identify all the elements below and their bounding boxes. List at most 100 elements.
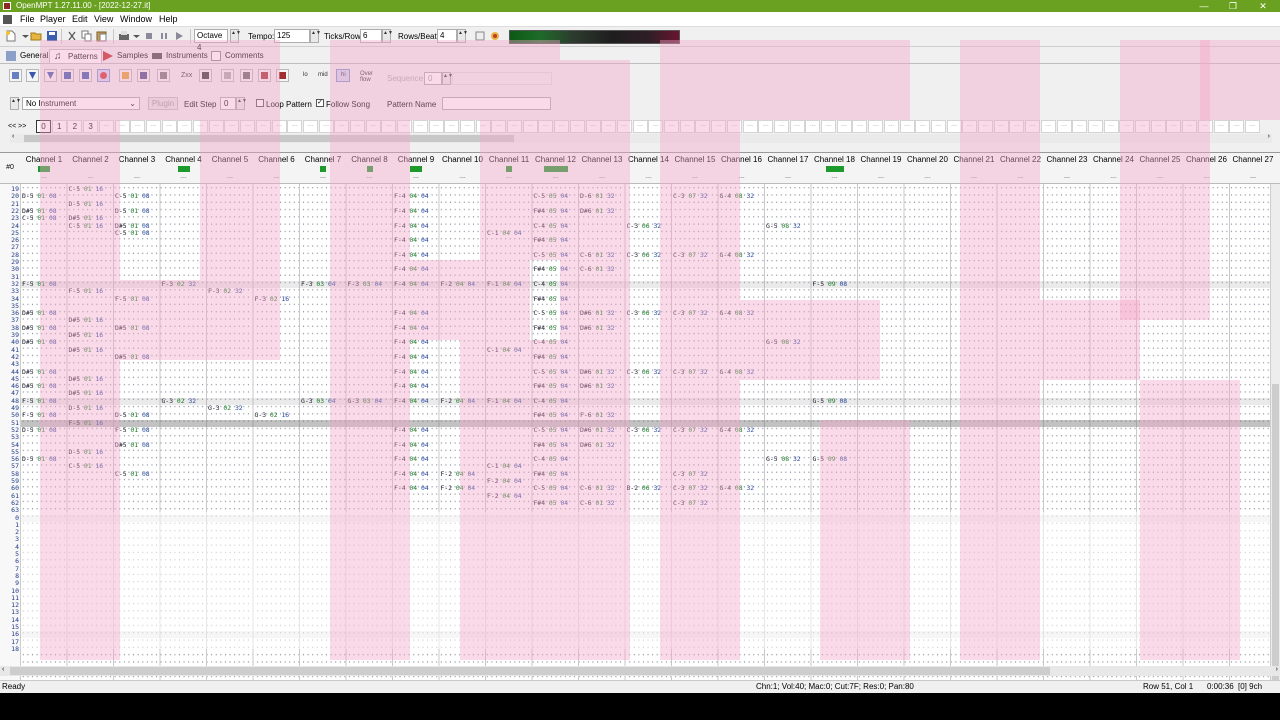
tempo-spinner[interactable]: ▲▼ xyxy=(310,29,321,43)
pattern-note[interactable]: C-3 07 32 xyxy=(673,499,708,507)
pattern-note[interactable]: F-2 04 04 xyxy=(487,478,522,485)
pattern-note[interactable]: F-4 04 04 xyxy=(394,222,429,230)
pattern-note[interactable]: F-4 04 04 xyxy=(394,237,429,244)
pattern-note[interactable]: F-5 01 08 xyxy=(22,412,57,419)
pattern-note[interactable]: C-5 01 08 xyxy=(22,215,57,222)
channel-plugin-slot[interactable]: --- xyxy=(347,175,393,181)
octave-field[interactable]: Octave 4 xyxy=(194,29,228,52)
order-empty-slot[interactable]: --- xyxy=(601,120,617,133)
follow-song-label[interactable]: Follow Song xyxy=(326,100,370,109)
channel-header[interactable]: Channel 26 xyxy=(1184,155,1230,164)
channel-plugin-slot[interactable]: --- xyxy=(812,175,858,181)
order-empty-slot[interactable]: --- xyxy=(758,120,774,133)
pattern-note[interactable]: F#4 05 04 xyxy=(534,412,569,419)
pattern-note[interactable]: C-5 01 08 xyxy=(115,470,150,478)
pattern-note[interactable]: F-4 04 04 xyxy=(394,456,429,463)
pattern-note[interactable]: G-5 09 08 xyxy=(813,397,848,405)
restore-button[interactable]: ❐ xyxy=(1219,0,1247,12)
pattern-note[interactable]: C-5 05 04 xyxy=(534,251,569,259)
follow-song-checkbox[interactable]: ✓ xyxy=(316,99,324,107)
pattern-note[interactable]: D-5 01 16 xyxy=(69,405,104,412)
tab-comments[interactable]: Comments xyxy=(207,49,267,63)
pattern-note[interactable]: C-5 05 04 xyxy=(534,310,569,317)
pattern-note[interactable]: D#5 01 16 xyxy=(69,332,104,339)
pattern-note[interactable]: G-5 08 32 xyxy=(766,456,801,463)
close-button[interactable]: ✕ xyxy=(1249,0,1277,12)
pattern-note[interactable]: G-5 09 08 xyxy=(813,456,848,463)
order-empty-slot[interactable]: --- xyxy=(193,120,208,133)
channel-plugin-slot[interactable]: --- xyxy=(765,175,811,181)
order-empty-slot[interactable]: --- xyxy=(224,120,240,133)
order-empty-slot[interactable]: --- xyxy=(397,120,413,133)
pattern-note[interactable]: C-4 05 04 xyxy=(534,456,569,463)
order-empty-slot[interactable]: --- xyxy=(491,120,507,133)
pattern-grid-icon[interactable] xyxy=(157,69,170,82)
pattern-note[interactable]: G-3 02 16 xyxy=(255,412,290,419)
octave-spinner[interactable]: ▲▼ xyxy=(230,29,241,43)
order-empty-slot[interactable]: --- xyxy=(208,120,224,133)
pattern-note[interactable]: D#5 01 08 xyxy=(115,324,150,332)
order-empty-slot[interactable]: --- xyxy=(1025,120,1041,133)
channel-plugin-slot[interactable]: --- xyxy=(21,175,67,181)
minimize-button[interactable]: — xyxy=(1190,0,1218,12)
order-empty-slot[interactable]: --- xyxy=(679,120,695,133)
pattern-note[interactable]: F-5 01 08 xyxy=(115,426,150,434)
order-empty-slot[interactable]: --- xyxy=(302,120,318,133)
pattern-note[interactable]: C-5 05 04 xyxy=(534,193,569,200)
instrument-select[interactable]: No Instrument ⌄ xyxy=(22,97,140,110)
channel-plugin-slot[interactable]: --- xyxy=(626,175,672,181)
order-empty-slot[interactable]: --- xyxy=(1072,120,1088,133)
order-empty-slot[interactable]: --- xyxy=(554,120,570,133)
channel-plugin-slot[interactable]: --- xyxy=(1044,175,1090,181)
scroll-left-icon[interactable]: ‹ xyxy=(2,666,4,673)
channel-header[interactable]: Channel 14 xyxy=(626,155,672,164)
pattern-note[interactable]: D#5 01 08 xyxy=(22,368,57,376)
order-empty-slot[interactable]: --- xyxy=(1182,120,1198,133)
order-item[interactable]: 3 xyxy=(83,120,99,133)
pattern-note[interactable]: F-4 04 04 xyxy=(394,368,429,376)
pattern-note[interactable]: F-5 01 08 xyxy=(22,280,57,288)
order-empty-slot[interactable]: --- xyxy=(836,120,852,133)
order-nav[interactable]: << >> xyxy=(8,123,26,130)
channel-header[interactable]: Channel 3 xyxy=(114,155,160,164)
pattern-note[interactable]: G-4 08 32 xyxy=(720,368,755,376)
pattern-note[interactable]: C-5 05 04 xyxy=(534,485,569,492)
menu-file[interactable]: File xyxy=(20,14,35,24)
pattern-note[interactable]: C-3 07 32 xyxy=(673,426,708,434)
tab-instruments[interactable]: Instruments xyxy=(148,49,211,63)
order-empty-slot[interactable]: --- xyxy=(695,120,711,133)
channel-header[interactable]: Channel 22 xyxy=(998,155,1044,164)
pattern-note[interactable]: C-6 01 32 xyxy=(580,485,615,492)
pattern-note[interactable]: D-5 01 08 xyxy=(22,426,57,434)
order-empty-slot[interactable]: --- xyxy=(145,120,161,133)
pattern-note[interactable]: G-4 08 32 xyxy=(720,251,755,259)
amplify-icon[interactable] xyxy=(199,69,212,82)
channel-header[interactable]: Channel 12 xyxy=(533,155,579,164)
order-empty-slot[interactable]: --- xyxy=(412,120,428,133)
channel-plugin-slot[interactable]: --- xyxy=(719,175,765,181)
open-folder-icon[interactable] xyxy=(30,30,42,42)
pattern-note[interactable]: D#6 01 32 xyxy=(580,383,615,390)
cut-icon[interactable] xyxy=(66,30,78,42)
channel-header[interactable]: Channel 10 xyxy=(440,155,486,164)
channel-header[interactable]: Channel 20 xyxy=(905,155,951,164)
pattern-note[interactable]: F#4 05 04 xyxy=(534,353,569,361)
scroll-right-icon[interactable]: › xyxy=(1268,133,1270,140)
pattern-note[interactable]: F-4 04 04 xyxy=(394,426,429,434)
expand-pattern-icon[interactable] xyxy=(79,69,92,82)
pattern-name-input[interactable] xyxy=(442,97,551,110)
interpolate-note-icon[interactable] xyxy=(276,69,289,82)
order-empty-slot[interactable]: --- xyxy=(334,120,350,133)
tab-samples[interactable]: Samples xyxy=(99,49,151,63)
channel-header[interactable]: Channel 25 xyxy=(1137,155,1183,164)
order-empty-slot[interactable]: --- xyxy=(930,120,946,133)
rows-per-beat-spinner[interactable]: ▲▼ xyxy=(457,29,468,43)
order-empty-slot[interactable]: --- xyxy=(978,120,993,133)
pattern-note[interactable]: F-4 04 04 xyxy=(394,324,429,332)
channel-plugin-slot[interactable]: --- xyxy=(1091,175,1137,181)
pattern-note[interactable]: D#5 01 16 xyxy=(69,317,104,324)
order-empty-slot[interactable]: --- xyxy=(1009,120,1025,133)
order-empty-slot[interactable]: --- xyxy=(1166,120,1182,133)
record-icon[interactable] xyxy=(97,69,110,82)
pattern-note[interactable]: F-3 02 32 xyxy=(208,288,243,295)
